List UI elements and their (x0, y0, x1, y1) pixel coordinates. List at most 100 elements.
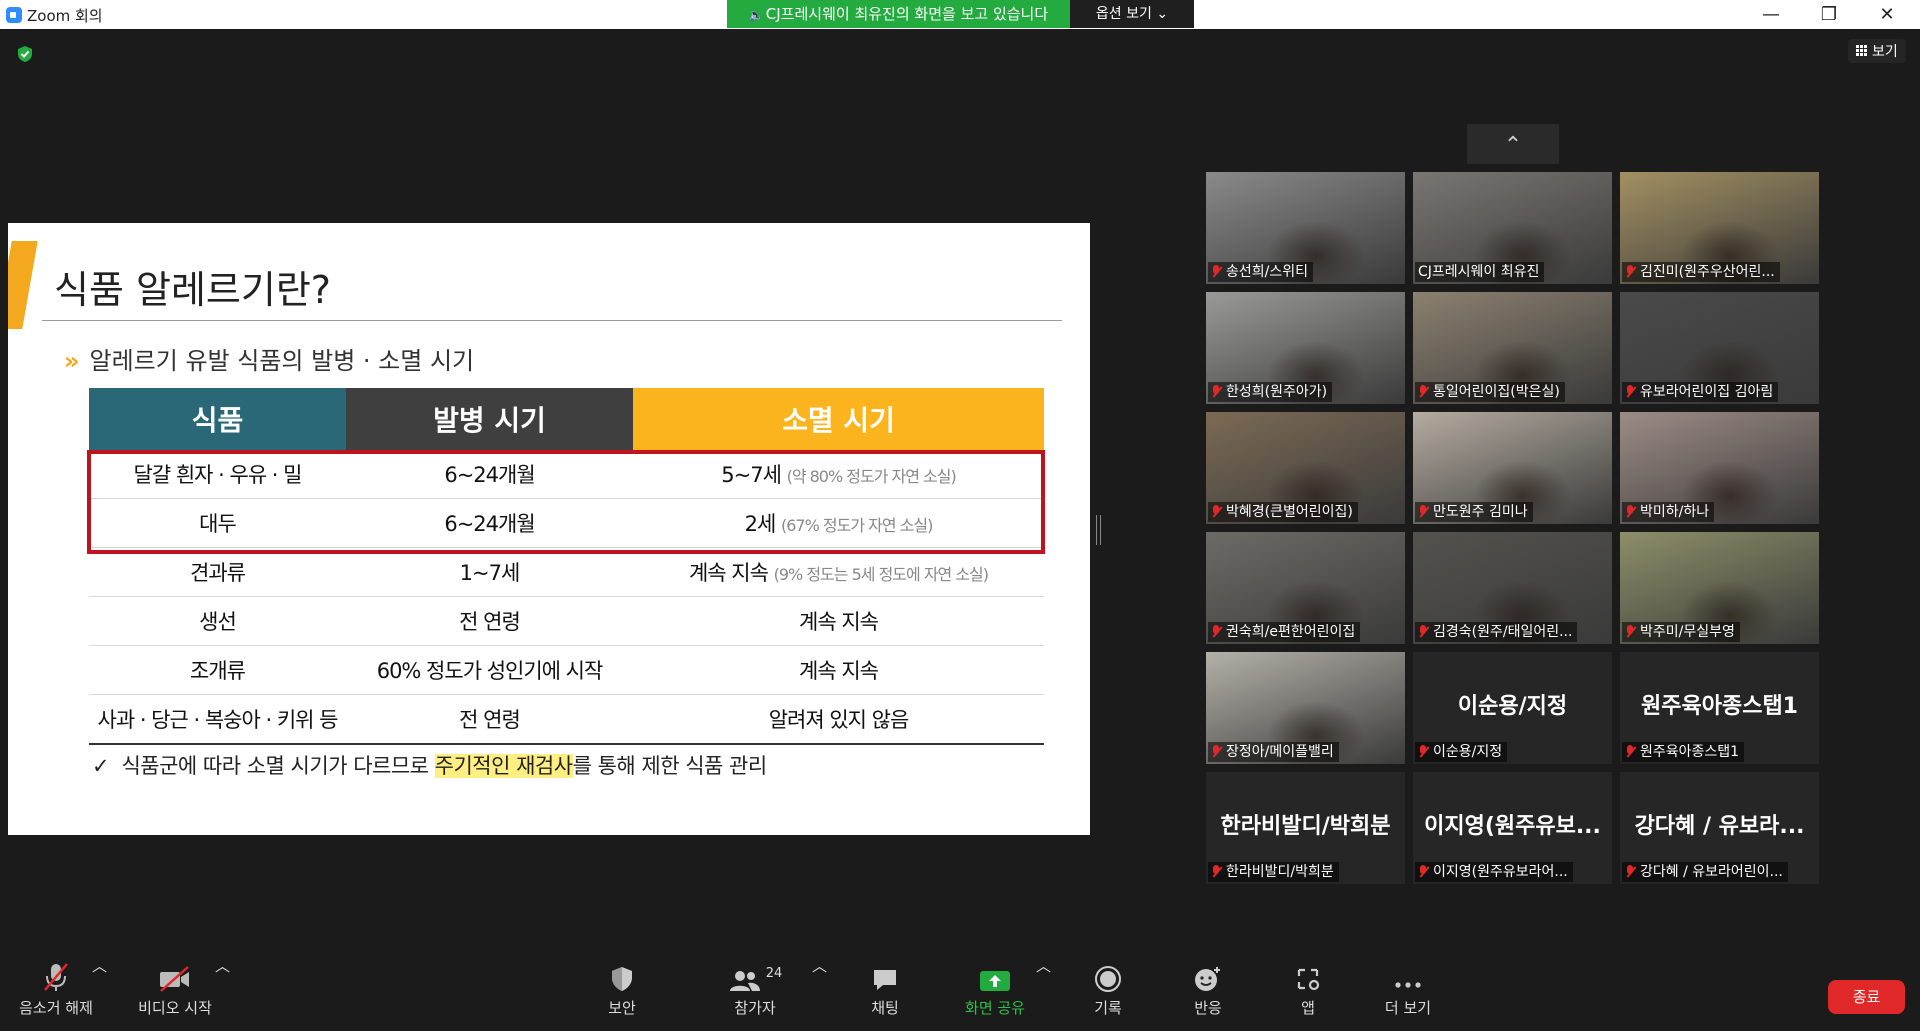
end-meeting-button[interactable]: 종료 (1828, 980, 1905, 1014)
start-video-button[interactable]: 비디오 시작 (131, 955, 219, 1018)
onset-cell: 60% 정도가 성인기에 시작 (346, 645, 633, 695)
view-layout-button[interactable]: 보기 (1848, 39, 1906, 63)
muted-mic-icon (1418, 745, 1428, 758)
share-banner-text: CJ프레시웨이 최유진의 화면을 보고 있습니다 (765, 5, 1049, 23)
participant-tile[interactable]: 박미하/하나 (1620, 412, 1819, 524)
participant-tile[interactable]: 유보라어린이집 김아림 (1620, 292, 1819, 404)
unmute-label: 음소거 해제 (19, 999, 93, 1017)
window-title: Zoom 회의 (27, 7, 103, 25)
reactions-button[interactable]: 반응 (1178, 955, 1238, 1018)
minimize-button[interactable]: — (1742, 0, 1800, 29)
participant-tile[interactable]: 박주미/무실부영 (1620, 532, 1819, 644)
participant-display-name: 이지영(원주유보... (1424, 814, 1601, 839)
muted-mic-icon (1625, 265, 1635, 278)
muted-mic-icon (1625, 625, 1635, 638)
zoom-logo-icon (6, 7, 22, 23)
participant-display-name: 한라비발디/박희분 (1220, 814, 1391, 839)
maximize-button[interactable]: ❐ (1800, 0, 1858, 29)
chat-button[interactable]: 채팅 (855, 955, 915, 1018)
food-cell: 사과 · 당근 · 복숭아 · 키위 등 (89, 694, 346, 745)
participant-name: 원주육아종스탭1 (1640, 744, 1740, 760)
view-label: 보기 (1872, 44, 1898, 60)
participant-name: 장정아/메이플밸리 (1226, 744, 1334, 760)
apps-button[interactable]: 앱 (1278, 955, 1338, 1018)
participant-tile[interactable]: 강다혜 / 유보라... 강다혜 / 유보라어린이... (1620, 772, 1819, 884)
header-onset: 발병 시기 (346, 388, 633, 450)
muted-mic-icon (1418, 865, 1428, 878)
participants-options-caret[interactable]: ︿ (812, 955, 827, 976)
close-button[interactable]: ✕ (1858, 0, 1916, 29)
video-off-icon (160, 966, 189, 992)
participant-tile[interactable]: 한라비발디/박희분 한라비발디/박희분 (1206, 772, 1405, 884)
participant-display-name: 강다혜 / 유보라... (1634, 814, 1805, 839)
participant-name: 권숙희/e편한어린이집 (1226, 624, 1356, 640)
participant-name: 이순용/지정 (1433, 744, 1503, 760)
muted-mic-icon (1625, 505, 1635, 518)
food-cell: 조개류 (89, 645, 346, 695)
slide-divider (42, 320, 1062, 321)
more-button[interactable]: 더 보기 (1378, 955, 1438, 1018)
participant-name-label: 권숙희/e편한어린이집 (1208, 622, 1361, 642)
more-dots-icon (1395, 982, 1421, 988)
share-screen-icon (980, 971, 1010, 991)
participant-tile[interactable]: 송선희/스위티 (1206, 172, 1405, 284)
encryption-shield-icon[interactable] (16, 45, 34, 63)
audio-options-caret[interactable]: ︿ (92, 955, 107, 976)
participants-button[interactable]: 24 참가자 (725, 955, 785, 1018)
participant-tile[interactable]: 한성희(원주아가) (1206, 292, 1405, 404)
participant-tile[interactable]: 박혜경(큰별어린이집) (1206, 412, 1405, 524)
participant-tile[interactable]: 원주육아종스탭1 원주육아종스탭1 (1620, 652, 1819, 764)
end-value: 계속 지속 (799, 659, 879, 683)
participant-tile[interactable]: 이순용/지정 이순용/지정 (1413, 652, 1612, 764)
participant-name: 박미하/하나 (1640, 504, 1710, 520)
chat-label: 채팅 (871, 999, 899, 1017)
participant-tile[interactable]: 김진미(원주우산어린... (1620, 172, 1819, 284)
muted-mic-icon (1418, 385, 1428, 398)
footnote-highlight: 주기적인 재검사 (434, 754, 573, 778)
participant-name: 한라비발디/박희분 (1226, 864, 1334, 880)
participant-tile[interactable]: 권숙희/e편한어린이집 (1206, 532, 1405, 644)
participant-name: 이지영(원주유보라어... (1433, 864, 1568, 880)
resize-handle[interactable] (1096, 515, 1101, 545)
participant-name: 김진미(원주우산어린... (1640, 264, 1775, 280)
participant-tile[interactable]: CJ프레시웨이 최유진 (1413, 172, 1612, 284)
record-label: 기록 (1094, 999, 1122, 1017)
muted-mic-icon (1625, 745, 1635, 758)
muted-mic-icon (1211, 745, 1221, 758)
security-button[interactable]: 보안 (592, 955, 652, 1018)
video-options-caret[interactable]: ︿ (215, 955, 230, 976)
muted-mic-icon (1211, 265, 1221, 278)
participant-tile[interactable]: 만도원주 김미나 (1413, 412, 1612, 524)
shared-screen-slide: 식품 알레르기란? » 알레르기 유발 식품의 발병 · 소멸 시기 식품 발병 … (8, 223, 1090, 835)
muted-mic-icon (1625, 865, 1635, 878)
table-row: 견과류 1~7세 계속 지속 (9% 정도는 5세 정도에 자연 소실) (89, 547, 1044, 597)
muted-mic-icon (1211, 865, 1221, 878)
share-screen-button[interactable]: 화면 공유 (955, 955, 1035, 1018)
table-row: 사과 · 당근 · 복숭아 · 키위 등전 연령 알려져 있지 않음 (89, 694, 1044, 745)
participant-name: 송선희/스위티 (1226, 264, 1308, 280)
footnote-post: 를 통해 제한 식품 관리 (572, 754, 768, 778)
participant-tile[interactable]: 김경숙(원주/태일어린... (1413, 532, 1612, 644)
grid-icon (1856, 45, 1868, 57)
apps-icon (1297, 968, 1320, 991)
more-label: 더 보기 (1384, 999, 1432, 1017)
participant-name-label: 박미하/하나 (1622, 502, 1715, 522)
participant-name-label: 박혜경(큰별어린이집) (1208, 502, 1358, 522)
participant-tile[interactable]: 장정아/메이플밸리 (1206, 652, 1405, 764)
view-options-button[interactable]: 옵션 보기 ⌄ (1070, 0, 1194, 28)
participant-name-label: 송선희/스위티 (1208, 262, 1313, 282)
participant-name-label: CJ프레시웨이 최유진 (1415, 262, 1545, 282)
participant-name-label: 김경숙(원주/태일어린... (1415, 622, 1578, 642)
record-button[interactable]: 기록 (1078, 955, 1138, 1018)
participant-tile[interactable]: 이지영(원주유보... 이지영(원주유보라어... (1413, 772, 1612, 884)
gallery-collapse-button[interactable]: ⌃ (1467, 124, 1559, 164)
participant-name: 통일어린이집(박은실) (1433, 384, 1560, 400)
unmute-button[interactable]: 음소거 해제 (16, 955, 96, 1018)
share-options-caret[interactable]: ︿ (1036, 955, 1051, 976)
chat-bubble-icon (874, 970, 896, 990)
participant-tile[interactable]: 통일어린이집(박은실) (1413, 292, 1612, 404)
participant-name: 박주미/무실부영 (1640, 624, 1735, 640)
end-cell: 계속 지속 (633, 596, 1044, 646)
participant-name: 한성희(원주아가) (1226, 384, 1328, 400)
participants-label: 참가자 (734, 999, 776, 1017)
